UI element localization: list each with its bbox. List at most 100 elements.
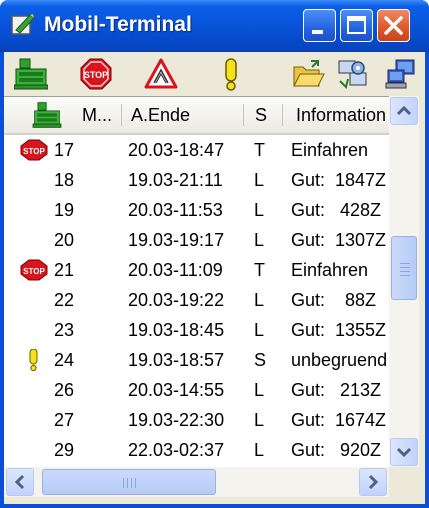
row-information: Gut: 1847Z	[291, 170, 387, 190]
toolbar: STOP	[4, 52, 425, 96]
row-information: Gut: 1674Z	[291, 410, 387, 430]
settings-transfer-icon	[338, 60, 367, 89]
row-status: L	[254, 320, 265, 340]
scroll-up-button[interactable]	[390, 97, 418, 125]
app-window: Mobil-Terminal STOP M... A.Ende S Inform…	[0, 0, 429, 508]
stop-sign-label: STOP	[23, 147, 45, 156]
table-row[interactable]: 18 19.03-21:11 L Gut: 1847Z	[4, 165, 389, 195]
chevron-down-icon	[396, 447, 412, 458]
row-information: Gut: 428Z	[291, 200, 382, 220]
row-end-time: 19.03-18:45	[128, 320, 225, 340]
vertical-scroll-thumb[interactable]	[391, 236, 417, 300]
horizontal-scrollbar[interactable]	[4, 467, 389, 497]
minimize-button[interactable]	[303, 9, 336, 42]
row-status: L	[254, 200, 265, 220]
row-number: 27	[54, 410, 75, 430]
column-header-number[interactable]: M...	[82, 97, 120, 133]
row-information: Einfahren	[291, 140, 369, 160]
maximize-icon	[347, 16, 366, 34]
open-folder-icon	[293, 60, 325, 87]
row-end-time: 19.03-22:30	[128, 410, 225, 430]
chevron-left-icon	[14, 474, 25, 490]
exclamation-icon	[225, 58, 237, 91]
table-row[interactable]: 27 19.03-22:30 L Gut: 1674Z	[4, 405, 389, 435]
table-row[interactable]: 23 19.03-18:45 L Gut: 1355Z	[4, 315, 389, 345]
table-row[interactable]: STOP 17 20.03-18:47 T Einfahren	[4, 135, 389, 165]
toolbar-stop-button[interactable]: STOP	[77, 55, 115, 93]
row-information: Gut: 88Z	[291, 290, 377, 310]
order-list[interactable]: M... A.Ende S Information STOP 17 20.03-18…	[4, 96, 389, 468]
stop-sign-label: STOP	[84, 70, 108, 80]
row-number: 21	[54, 260, 75, 280]
table-row[interactable]: 20 19.03-19:17 L Gut: 1307Z	[4, 225, 389, 255]
row-status: L	[254, 290, 265, 310]
vertical-scrollbar[interactable]	[389, 96, 419, 467]
close-icon	[384, 16, 403, 35]
row-status: S	[254, 350, 267, 370]
exclamation-icon	[29, 349, 38, 371]
stop-sign-icon: STOP	[20, 259, 48, 281]
close-button[interactable]	[377, 9, 410, 42]
row-number: 23	[54, 320, 75, 340]
horizontal-scroll-thumb[interactable]	[42, 469, 216, 495]
row-number: 20	[54, 230, 75, 250]
table-row[interactable]: 22 20.03-19:22 L Gut: 88Z	[4, 285, 389, 315]
stop-sign-label: STOP	[23, 267, 45, 276]
warning-triangle-icon	[144, 58, 178, 89]
table-row[interactable]: STOP 21 20.03-11:09 T Einfahren	[4, 255, 389, 285]
minimize-icon	[312, 30, 323, 34]
toolbar-warning-button[interactable]	[142, 55, 180, 93]
green-terminal-icon	[14, 58, 48, 90]
scroll-down-button[interactable]	[390, 438, 418, 466]
list-header: M... A.Ende S Information	[4, 97, 389, 135]
row-information: Einfahren	[291, 260, 369, 280]
toolbar-exclamation-button[interactable]	[212, 55, 250, 93]
row-end-time: 22.03-02:37	[128, 440, 225, 460]
row-number: 26	[54, 380, 75, 400]
table-row[interactable]: 24 19.03-18:57 Sunbegruend	[4, 345, 389, 375]
row-end-time: 19.03-21:11	[128, 170, 223, 190]
column-header-end[interactable]: A.Ende	[131, 97, 231, 133]
maximize-button[interactable]	[340, 9, 373, 42]
column-header-info[interactable]: Information	[296, 97, 389, 133]
stop-sign-icon: STOP	[80, 58, 112, 90]
green-terminal-icon[interactable]	[32, 101, 62, 129]
scroll-left-button[interactable]	[6, 468, 34, 496]
row-number: 17	[54, 140, 75, 160]
network-computer-icon	[385, 59, 415, 89]
row-end-time: 19.03-18:57	[128, 350, 225, 370]
table-row[interactable]: 26 20.03-14:55 L Gut: 213Z	[4, 375, 389, 405]
table-row[interactable]: 29 22.03-02:37 L Gut: 920Z	[4, 435, 389, 465]
row-status: T	[254, 260, 265, 280]
scroll-right-button[interactable]	[359, 468, 387, 496]
row-status: L	[254, 440, 265, 460]
row-status: L	[254, 170, 265, 190]
row-number: 24	[54, 350, 75, 370]
toolbar-terminal-button[interactable]	[12, 55, 50, 93]
title-bar[interactable]: Mobil-Terminal	[0, 0, 429, 52]
window-title: Mobil-Terminal	[44, 13, 192, 36]
toolbar-open-button[interactable]	[289, 55, 327, 93]
row-information: Gut: 1307Z	[291, 230, 387, 250]
row-information: Gut: 920Z	[291, 440, 382, 460]
row-information: Gut: 1355Z	[291, 320, 387, 340]
column-header-status[interactable]: S	[255, 97, 275, 133]
row-end-time: 20.03-11:53	[128, 200, 223, 220]
row-number: 19	[54, 200, 75, 220]
chevron-up-icon	[396, 105, 412, 116]
row-end-time: 20.03-14:55	[128, 380, 225, 400]
row-status: L	[254, 410, 265, 430]
row-information: unbegruend	[291, 350, 388, 370]
chevron-right-icon	[368, 474, 379, 490]
row-end-time: 20.03-11:09	[128, 260, 223, 280]
app-icon	[11, 14, 35, 35]
row-status: L	[254, 380, 265, 400]
row-end-time: 19.03-19:17	[128, 230, 225, 250]
row-status: T	[254, 140, 265, 160]
row-number: 22	[54, 290, 75, 310]
toolbar-network-button[interactable]	[382, 55, 420, 93]
table-row[interactable]: 19 20.03-11:53 L Gut: 428Z	[4, 195, 389, 225]
toolbar-settings-button[interactable]	[334, 55, 372, 93]
row-information: Gut: 213Z	[291, 380, 382, 400]
row-end-time: 20.03-18:47	[128, 140, 225, 160]
